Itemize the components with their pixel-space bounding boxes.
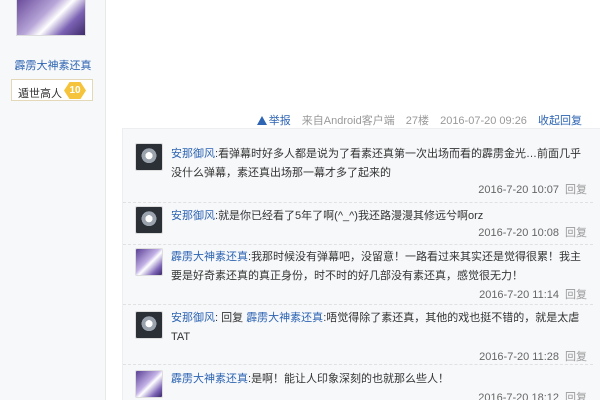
- list-item: 霹雳大神素还真:我那时候没有弹幕吧，没留意！一路看过来其实还是觉得很累！我主要是…: [123, 245, 593, 305]
- reply-meta: 2016-7-20 18:12 回复: [478, 389, 587, 400]
- list-item: 霹雳大神素还真:是啊！能让人印象深刻的也就那么些人！ 2016-7-20 18:…: [123, 365, 593, 400]
- reply-meta: 2016-7-20 11:28 回复: [479, 348, 587, 364]
- reply-button[interactable]: 回复: [565, 289, 587, 301]
- sub-reply-list: 安那御风: 看弹幕时好多人都是说为了看素还真第一次出场而看的霹雳金光…前面几乎没什…: [122, 128, 600, 400]
- reply-time: 2016-7-20 18:12: [478, 392, 559, 400]
- reply-content: 安那御风:看弹幕时好多人都是说为了看素还真第一次出场而看的霹雳金光…前面几乎没什…: [171, 145, 583, 183]
- user-avatar-image: [136, 144, 162, 170]
- user-avatar-image: [136, 312, 162, 338]
- mentioned-user-link[interactable]: 霹雳大神素还真: [246, 312, 323, 324]
- user-avatar-image: [136, 249, 162, 275]
- avatar[interactable]: [135, 370, 163, 398]
- colon: :: [215, 312, 219, 324]
- reply-content: 霹雳大神素还真:是啊！能让人印象深刻的也就那么些人！: [171, 370, 583, 389]
- reply-username[interactable]: 霹雳大神素还真: [171, 373, 248, 385]
- user-avatar-image: [136, 207, 162, 233]
- reply-text: 看弹幕时好多人都是说为了看素还真第一次出场而看的霹雳金光…前面几乎没什么弹幕，素…: [171, 148, 582, 179]
- post-datetime: 2016-07-20 09:26: [440, 115, 527, 127]
- collapse-replies-link[interactable]: 收起回复: [538, 115, 582, 127]
- list-item: 安那御风:看弹幕时好多人都是说为了看素还真第一次出场而看的霹雳金光…前面几乎没什…: [123, 129, 593, 203]
- reply-username[interactable]: 安那御风: [171, 312, 215, 324]
- author-sidebar: 霹雳大神素还真 遁世高人 10: [0, 0, 106, 400]
- author-level-badge[interactable]: 遁世高人 10: [11, 79, 93, 101]
- floor-number: 27楼: [405, 115, 430, 127]
- post-tail-bar: 举报 来自Android客户端 27楼 2016-07-20 09:26 收起回…: [249, 112, 582, 127]
- reply-username[interactable]: 霹雳大神素还真: [171, 251, 248, 263]
- reply-content: 霹雳大神素还真:我那时候没有弹幕吧，没留意！一路看过来其实还是觉得很累！我主要是…: [171, 248, 583, 286]
- author-username[interactable]: 霹雳大神素还真: [0, 57, 106, 73]
- list-item: 安那御风:就是你已经看了5年了啊(^_^)我还路漫漫其修远兮啊orz 2016-…: [123, 203, 593, 245]
- reply-text: 是啊！能让人印象深刻的也就那么些人！: [251, 373, 450, 385]
- list-item: 安那御风: 回复 霹雳大神素还真:唔觉得除了素还真，其他的戏也挺不错的，就是太虐…: [123, 305, 593, 365]
- user-avatar-image: [136, 371, 162, 397]
- avatar[interactable]: [135, 311, 163, 339]
- level-title: 遁世高人: [18, 88, 62, 100]
- warning-icon: [256, 116, 267, 125]
- post-source: 来自Android客户端: [301, 115, 395, 127]
- author-avatar[interactable]: [16, 0, 86, 36]
- reply-meta: 2016-7-20 10:08 回复: [478, 224, 587, 240]
- level-number-badge: 10: [64, 82, 86, 99]
- reply-time: 2016-7-20 10:08: [478, 227, 559, 239]
- reply-username[interactable]: 安那御风: [171, 148, 215, 160]
- avatar[interactable]: [135, 206, 163, 234]
- reply-content: 安那御风: 回复 霹雳大神素还真:唔觉得除了素还真，其他的戏也挺不错的，就是太虐…: [171, 309, 583, 347]
- reply-prefix: 回复: [221, 312, 244, 324]
- reply-time: 2016-7-20 10:07: [478, 184, 559, 196]
- reply-button[interactable]: 回复: [565, 351, 587, 363]
- avatar[interactable]: [135, 248, 163, 276]
- reply-meta: 2016-7-20 10:07 回复: [478, 181, 587, 197]
- reply-username[interactable]: 安那御风: [171, 210, 215, 222]
- avatar[interactable]: [135, 143, 163, 171]
- reply-button[interactable]: 回复: [565, 392, 587, 400]
- reply-time: 2016-7-20 11:14: [479, 289, 559, 301]
- reply-button[interactable]: 回复: [565, 184, 587, 196]
- report-link[interactable]: 举报: [256, 115, 291, 127]
- reply-text: 就是你已经看了5年了啊(^_^)我还路漫漫其修远兮啊orz: [218, 210, 484, 222]
- reply-time: 2016-7-20 11:28: [479, 351, 559, 363]
- reply-button[interactable]: 回复: [565, 227, 587, 239]
- reply-meta: 2016-7-20 11:14 回复: [479, 286, 587, 302]
